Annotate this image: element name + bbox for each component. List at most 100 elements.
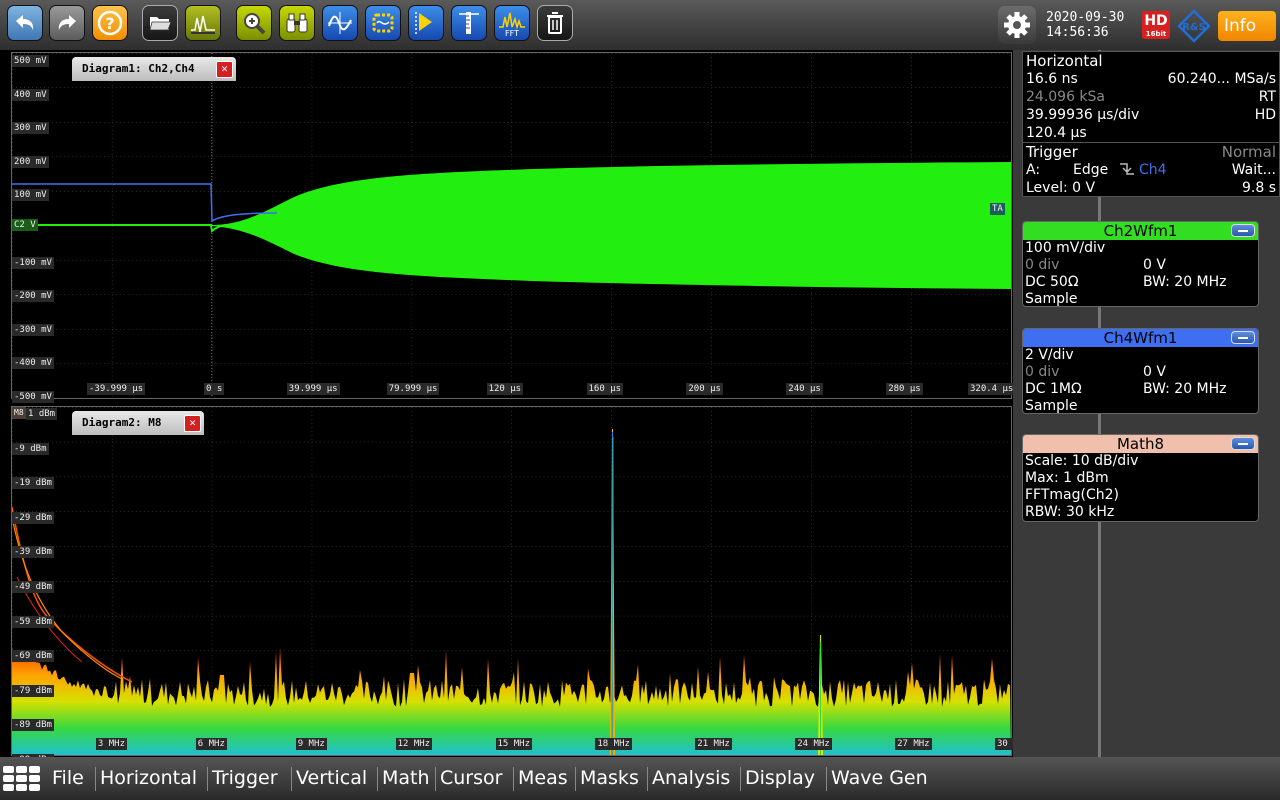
- redo-icon[interactable]: [49, 5, 85, 41]
- diagram1-x-tick-label: -39.999 µs: [87, 383, 146, 395]
- date-text: 2020-09-30: [1046, 10, 1125, 25]
- fast-segmentation-icon[interactable]: [322, 5, 358, 41]
- toolbar: ? FFT 2020-09-30 14:56:36 HD 16bit R&S I…: [0, 0, 1280, 50]
- find-icon[interactable]: [279, 5, 315, 41]
- diagram2-x-tick-label: 18 MHz: [595, 738, 632, 750]
- settings-icon[interactable]: [998, 6, 1036, 44]
- zoom-icon[interactable]: [236, 5, 272, 41]
- menu-item-display[interactable]: Display: [745, 757, 815, 800]
- acquisition-time: 120.4 µs: [1026, 125, 1087, 141]
- menu-item-trigger[interactable]: Trigger: [212, 757, 278, 800]
- diagram1-plot: [12, 53, 1011, 398]
- menu-bar: File Horizontal Trigger Vertical Math Cursor M…: [0, 757, 1280, 800]
- minimize-icon[interactable]: [1231, 437, 1255, 450]
- menu-item-cursor[interactable]: Cursor: [440, 757, 502, 800]
- diagram2-x-tick-label: 21 MHz: [695, 738, 732, 750]
- diagram2-y-tick-label: -69 dBm: [12, 650, 54, 663]
- math8-rbw: RBW: 30 kHz: [1025, 504, 1115, 520]
- diagram2-x-tick-label: 15 MHz: [495, 738, 533, 750]
- diagram2-tab[interactable]: Diagram2: M8 ✕: [72, 411, 204, 435]
- acq-mode: RT: [1258, 89, 1276, 105]
- diagram1-tab[interactable]: Diagram1: Ch2,Ch4 ✕: [72, 57, 236, 81]
- ch4-offset: 0 V: [1143, 364, 1166, 380]
- sample-rate: 60.240... MSa/s: [1167, 71, 1276, 87]
- delete-icon[interactable]: [537, 5, 573, 41]
- math8-header[interactable]: Math8: [1023, 435, 1258, 453]
- diagram1-x-tick-label: 0 s: [204, 383, 225, 395]
- svg-text:R&S: R&S: [1182, 22, 1206, 33]
- diagram2-x-tick-label: 6 MHz: [195, 738, 227, 750]
- menu-item-wave-gen[interactable]: Wave Gen: [831, 757, 928, 800]
- menu-separator: [207, 767, 208, 791]
- ch2-header[interactable]: Ch2Wfm1: [1023, 222, 1258, 240]
- math8-scale: Scale: 10 dB/div: [1025, 453, 1139, 469]
- diagram2-y-tick-label: -39 dBm: [12, 546, 54, 559]
- diagram2-y-tick-label: -89 dBm: [12, 719, 54, 732]
- open-folder-icon[interactable]: [142, 5, 178, 41]
- menu-item-vertical[interactable]: Vertical: [296, 757, 367, 800]
- ch2-offset: 0 V: [1143, 257, 1166, 273]
- diagram2-plot: [12, 407, 1011, 755]
- ch4-header[interactable]: Ch4Wfm1: [1023, 329, 1258, 347]
- menu-item-math[interactable]: Math: [382, 757, 430, 800]
- diagram2-y-tick-label: -59 dBm: [12, 615, 54, 628]
- resolution: 16.6 ns: [1026, 71, 1078, 87]
- time-text: 14:56:36: [1046, 25, 1109, 40]
- fft-icon[interactable]: FFT: [494, 5, 530, 41]
- ch4-position: 0 div: [1025, 364, 1060, 380]
- datetime: 2020-09-30 14:56:36: [1046, 10, 1124, 40]
- undo-icon[interactable]: [7, 5, 43, 41]
- menu-item-masks[interactable]: Masks: [580, 757, 639, 800]
- menu-item-file[interactable]: File: [52, 757, 84, 800]
- diagram1-x-tick-label: 320.4 µs: [968, 383, 1016, 395]
- diagram2-tab-label: Diagram2: M8: [82, 416, 162, 429]
- close-icon[interactable]: ✕: [184, 415, 201, 432]
- trigger-a-label: A:: [1026, 162, 1041, 178]
- diagram1-x-tick-label: 39.999 µs: [286, 383, 340, 395]
- diagram2[interactable]: Diagram2: M8 ✕ 1 dBm -9 dBm -19 dBm -29 dBm…: [11, 406, 1032, 766]
- ch2-marker: C2 V: [12, 219, 38, 231]
- menu-item-meas[interactable]: Meas: [518, 757, 568, 800]
- help-icon[interactable]: ?: [92, 5, 128, 41]
- diagram1-y-tick-label: -400 mV: [12, 357, 54, 370]
- ch2-info-panel[interactable]: Ch2Wfm1 100 mV/div 0 div 0 V DC 50Ω BW: 20…: [1022, 221, 1259, 307]
- hd-badge: HD 16bit: [1142, 11, 1170, 39]
- math8-info-panel[interactable]: Math8 Scale: 10 dB/div Max: 1 dBm FFTmag…: [1022, 434, 1259, 522]
- diagram2-y-tick-label: -29 dBm: [12, 511, 54, 524]
- diagram1-tab-label: Diagram1: Ch2,Ch4: [82, 62, 195, 75]
- menu-separator: [377, 767, 378, 791]
- diagram1-x-tick-label: 200 µs: [686, 383, 723, 395]
- hd-mode: HD: [1254, 107, 1276, 123]
- ch4-info-panel[interactable]: Ch4Wfm1 2 V/div 0 div 0 V DC 1MΩ BW: 20 MH…: [1022, 328, 1259, 414]
- menu-separator: [435, 767, 436, 791]
- trigger-source: Ch4: [1139, 162, 1167, 178]
- minimize-icon[interactable]: [1231, 224, 1255, 237]
- diagram2-x-tick-label: 24 MHz: [795, 738, 832, 750]
- ch4-coupling: DC 1MΩ: [1025, 381, 1082, 397]
- hd-badge-main: HD: [1144, 13, 1168, 29]
- math8-max: Max: 1 dBm: [1025, 470, 1109, 486]
- ch2-mode: Sample: [1025, 291, 1078, 307]
- close-icon[interactable]: ✕: [216, 61, 233, 78]
- hd-badge-sub: 16bit: [1145, 30, 1167, 38]
- horizontal-trigger-info[interactable]: Horizontal 16.6 ns 60.240... MSa/s 24.09…: [1022, 51, 1280, 197]
- apps-grid-icon[interactable]: [3, 766, 41, 792]
- autoset-icon[interactable]: [185, 5, 221, 41]
- diagram1-y-tick-label: 200 mV: [12, 155, 49, 168]
- menu-separator: [826, 767, 827, 791]
- diagram1-y-tick-label: 500 mV: [12, 55, 49, 67]
- measure-icon[interactable]: [451, 5, 487, 41]
- record-length: 24.096 kSa: [1026, 89, 1106, 105]
- diagram1-x-tick-label: 240 µs: [786, 383, 823, 395]
- minimize-icon[interactable]: [1231, 331, 1255, 344]
- cursor-icon[interactable]: [408, 5, 444, 41]
- menu-item-horizontal[interactable]: Horizontal: [100, 757, 197, 800]
- info-label: Info: [1224, 16, 1257, 36]
- diagram1[interactable]: Diagram1: Ch2,Ch4 ✕ 500 mV 400 mV 300 mV 20…: [11, 52, 1016, 403]
- info-button[interactable]: Info: [1218, 11, 1276, 41]
- history-icon[interactable]: [365, 5, 401, 41]
- menu-separator: [291, 767, 292, 791]
- diagram2-x-tick-label: 27 MHz: [895, 738, 932, 750]
- diagram1-y-tick-label: 100 mV: [12, 189, 49, 202]
- menu-item-analysis[interactable]: Analysis: [652, 757, 730, 800]
